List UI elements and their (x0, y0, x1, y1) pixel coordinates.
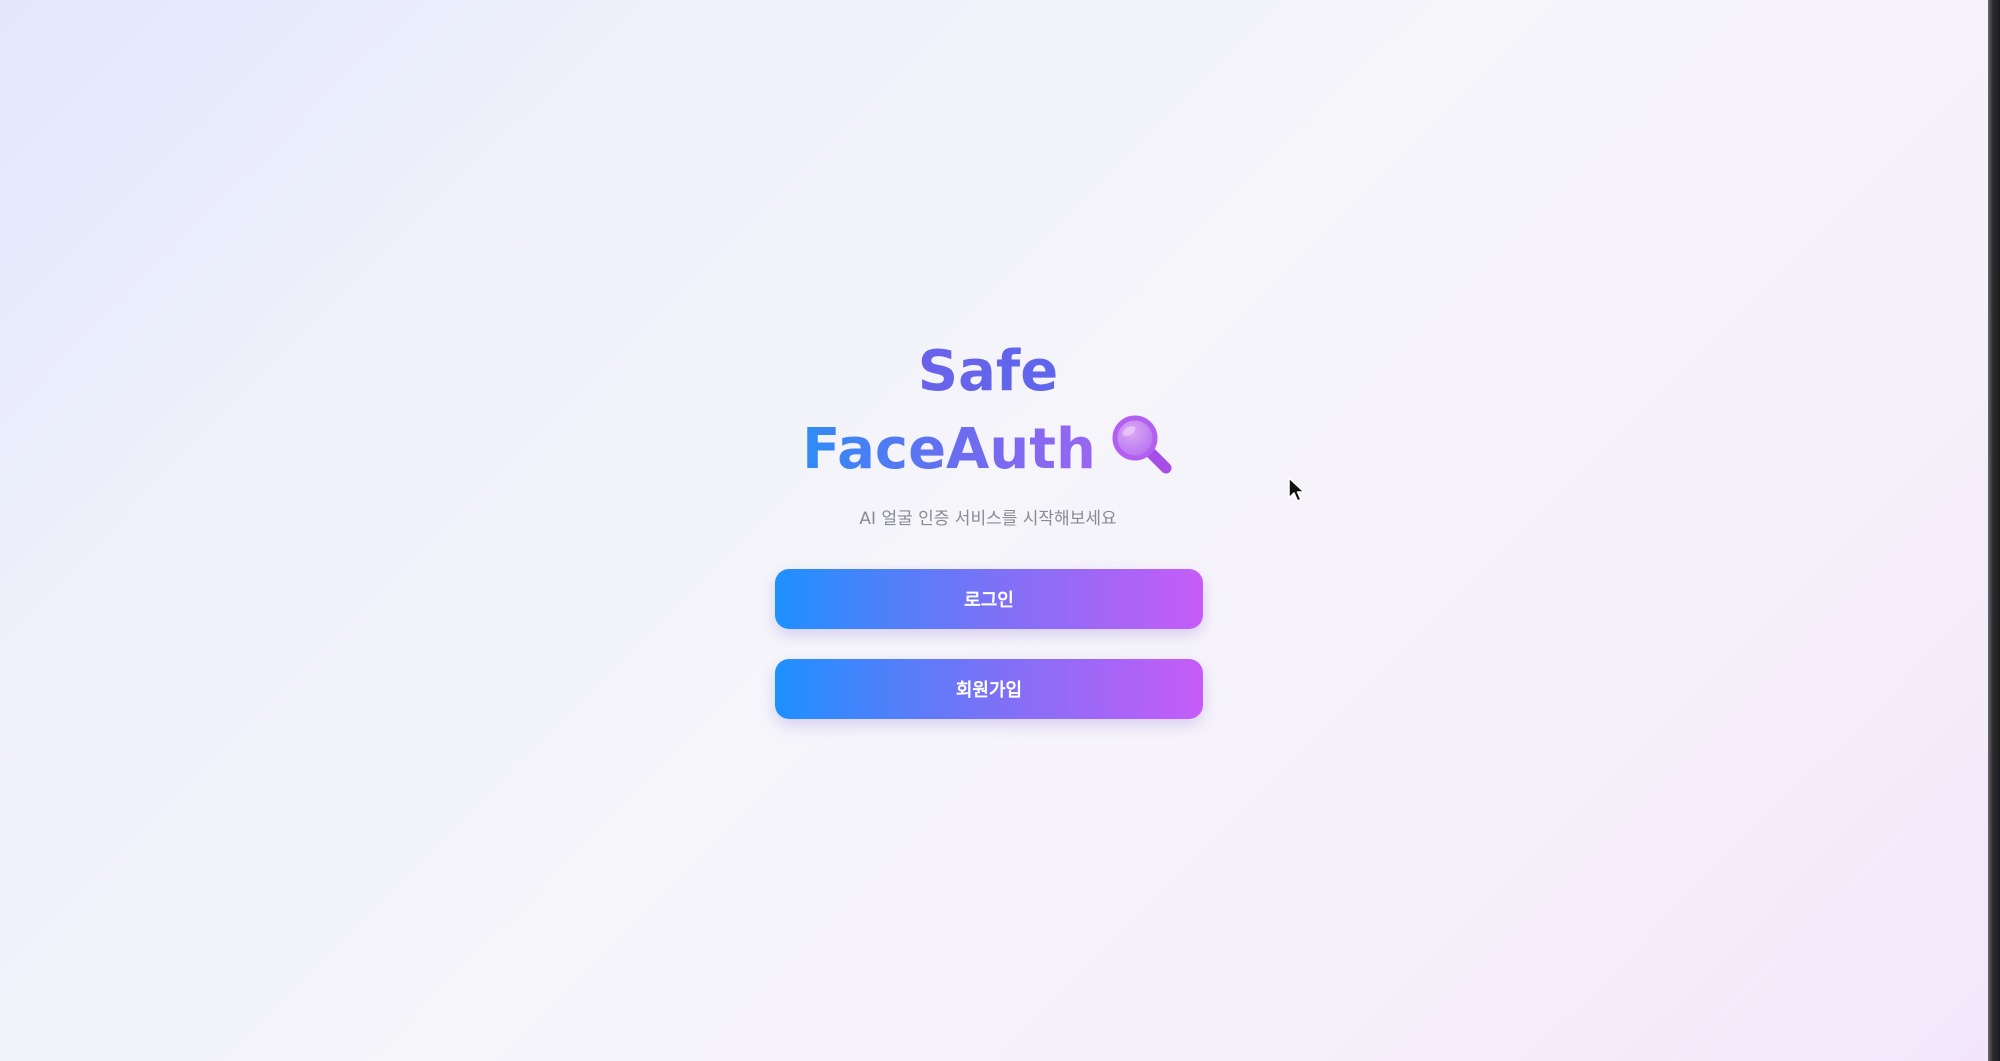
landing-page: Safe FaceAuth AI 얼굴 인증 서비스를 시작해보세요 로그인 회… (0, 0, 1976, 1061)
window-edge (1988, 0, 2000, 1061)
page-title-line1: Safe (0, 336, 1976, 408)
page-subtitle: AI 얼굴 인증 서비스를 시작해보세요 (859, 509, 1117, 529)
title-text-safe: Safe (917, 339, 1059, 404)
signup-button[interactable]: 회원가입 (775, 659, 1203, 719)
magnifying-glass-icon (1110, 414, 1174, 492)
title-text-faceauth: FaceAuth (802, 417, 1096, 482)
mouse-cursor-icon (1288, 477, 1306, 507)
page-title-line2: FaceAuth (0, 414, 1976, 492)
login-button[interactable]: 로그인 (775, 569, 1203, 629)
